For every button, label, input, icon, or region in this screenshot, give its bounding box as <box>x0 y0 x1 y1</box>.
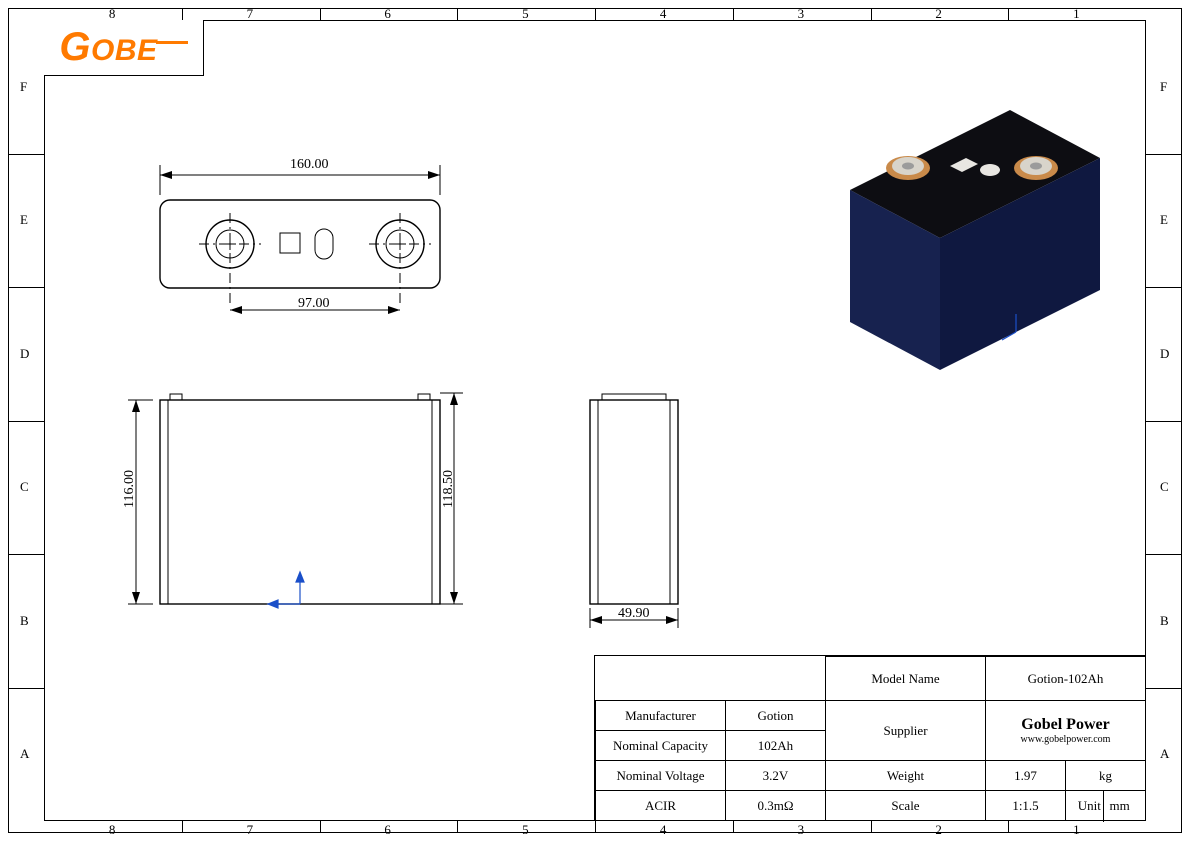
zone-col-bottom: 5 <box>522 822 529 838</box>
zone-col-top: 4 <box>660 6 667 22</box>
zone-row-right: B <box>1160 613 1169 629</box>
manufacturer-label: Manufacturer <box>596 701 726 731</box>
zone-row-left: A <box>20 746 29 762</box>
zone-col-top: 2 <box>935 6 942 22</box>
zone-col-bottom: 1 <box>1073 822 1080 838</box>
logo-box: GOBE <box>44 20 204 76</box>
nominal-capacity-label: Nominal Capacity <box>596 731 726 761</box>
zone-row-left: F <box>20 79 27 95</box>
zone-col-bottom: 8 <box>109 822 116 838</box>
zone-col-top: 8 <box>109 6 116 22</box>
unit: mm <box>1104 798 1136 814</box>
nominal-capacity: 102Ah <box>726 731 826 761</box>
nominal-voltage-label: Nominal Voltage <box>596 761 726 791</box>
supplier-cell: Gobel Power www.gobelpower.com <box>986 701 1146 761</box>
zone-row-right: C <box>1160 479 1169 495</box>
zone-row-right: A <box>1160 746 1169 762</box>
zone-row-left: B <box>20 613 29 629</box>
manufacturer: Gotion <box>726 701 826 731</box>
dim-front-height: 116.00 <box>122 470 138 508</box>
acir-label: ACIR <box>596 791 726 821</box>
scale-label: Scale <box>826 791 986 821</box>
drawing-sheet: /*placeholder*/ GOBE 160.00 97.00 <box>0 0 1190 841</box>
nominal-voltage: 3.2V <box>726 761 826 791</box>
zone-col-top: 7 <box>247 6 254 22</box>
iso-view <box>790 70 1130 390</box>
zone-row-left: D <box>20 346 29 362</box>
weight-value: 1.97 <box>986 761 1066 791</box>
zone-col-bottom: 6 <box>384 822 391 838</box>
weight-label: Weight <box>826 761 986 791</box>
zone-row-right: E <box>1160 212 1168 228</box>
zone-row-left: E <box>20 212 28 228</box>
acir: 0.3mΩ <box>726 791 826 821</box>
zone-row-right: D <box>1160 346 1169 362</box>
zone-col-top: 1 <box>1073 6 1080 22</box>
title-block: Model Name Gotion-102Ah Manufacturer Got… <box>594 655 1146 821</box>
zone-col-top: 5 <box>522 6 529 22</box>
zone-col-top: 6 <box>384 6 391 22</box>
dim-depth: 49.90 <box>618 606 650 622</box>
zone-row-left: C <box>20 479 29 495</box>
weight-unit: kg <box>1066 761 1146 791</box>
dim-top-length: 160.00 <box>290 157 329 173</box>
supplier-url: www.gobelpower.com <box>994 734 1137 745</box>
front-view <box>118 380 478 630</box>
zone-row-right: F <box>1160 79 1167 95</box>
zone-col-bottom: 7 <box>247 822 254 838</box>
brand-logo: GOBE <box>59 25 187 70</box>
zone-col-top: 3 <box>798 6 805 22</box>
zone-col-bottom: 3 <box>798 822 805 838</box>
dim-terminal-pitch: 97.00 <box>298 296 330 312</box>
zone-col-bottom: 4 <box>660 822 667 838</box>
model-name-label: Model Name <box>826 657 986 701</box>
scale: 1:1.5 <box>986 791 1066 821</box>
dim-side-height: 118.50 <box>441 470 457 508</box>
zone-col-bottom: 2 <box>935 822 942 838</box>
supplier-label: Supplier <box>826 701 986 761</box>
unit-cell: Unitmm <box>1066 791 1146 821</box>
model-name: Gotion-102Ah <box>986 657 1146 701</box>
unit-label: Unit <box>1076 790 1104 822</box>
supplier-name: Gobel Power <box>994 716 1137 734</box>
